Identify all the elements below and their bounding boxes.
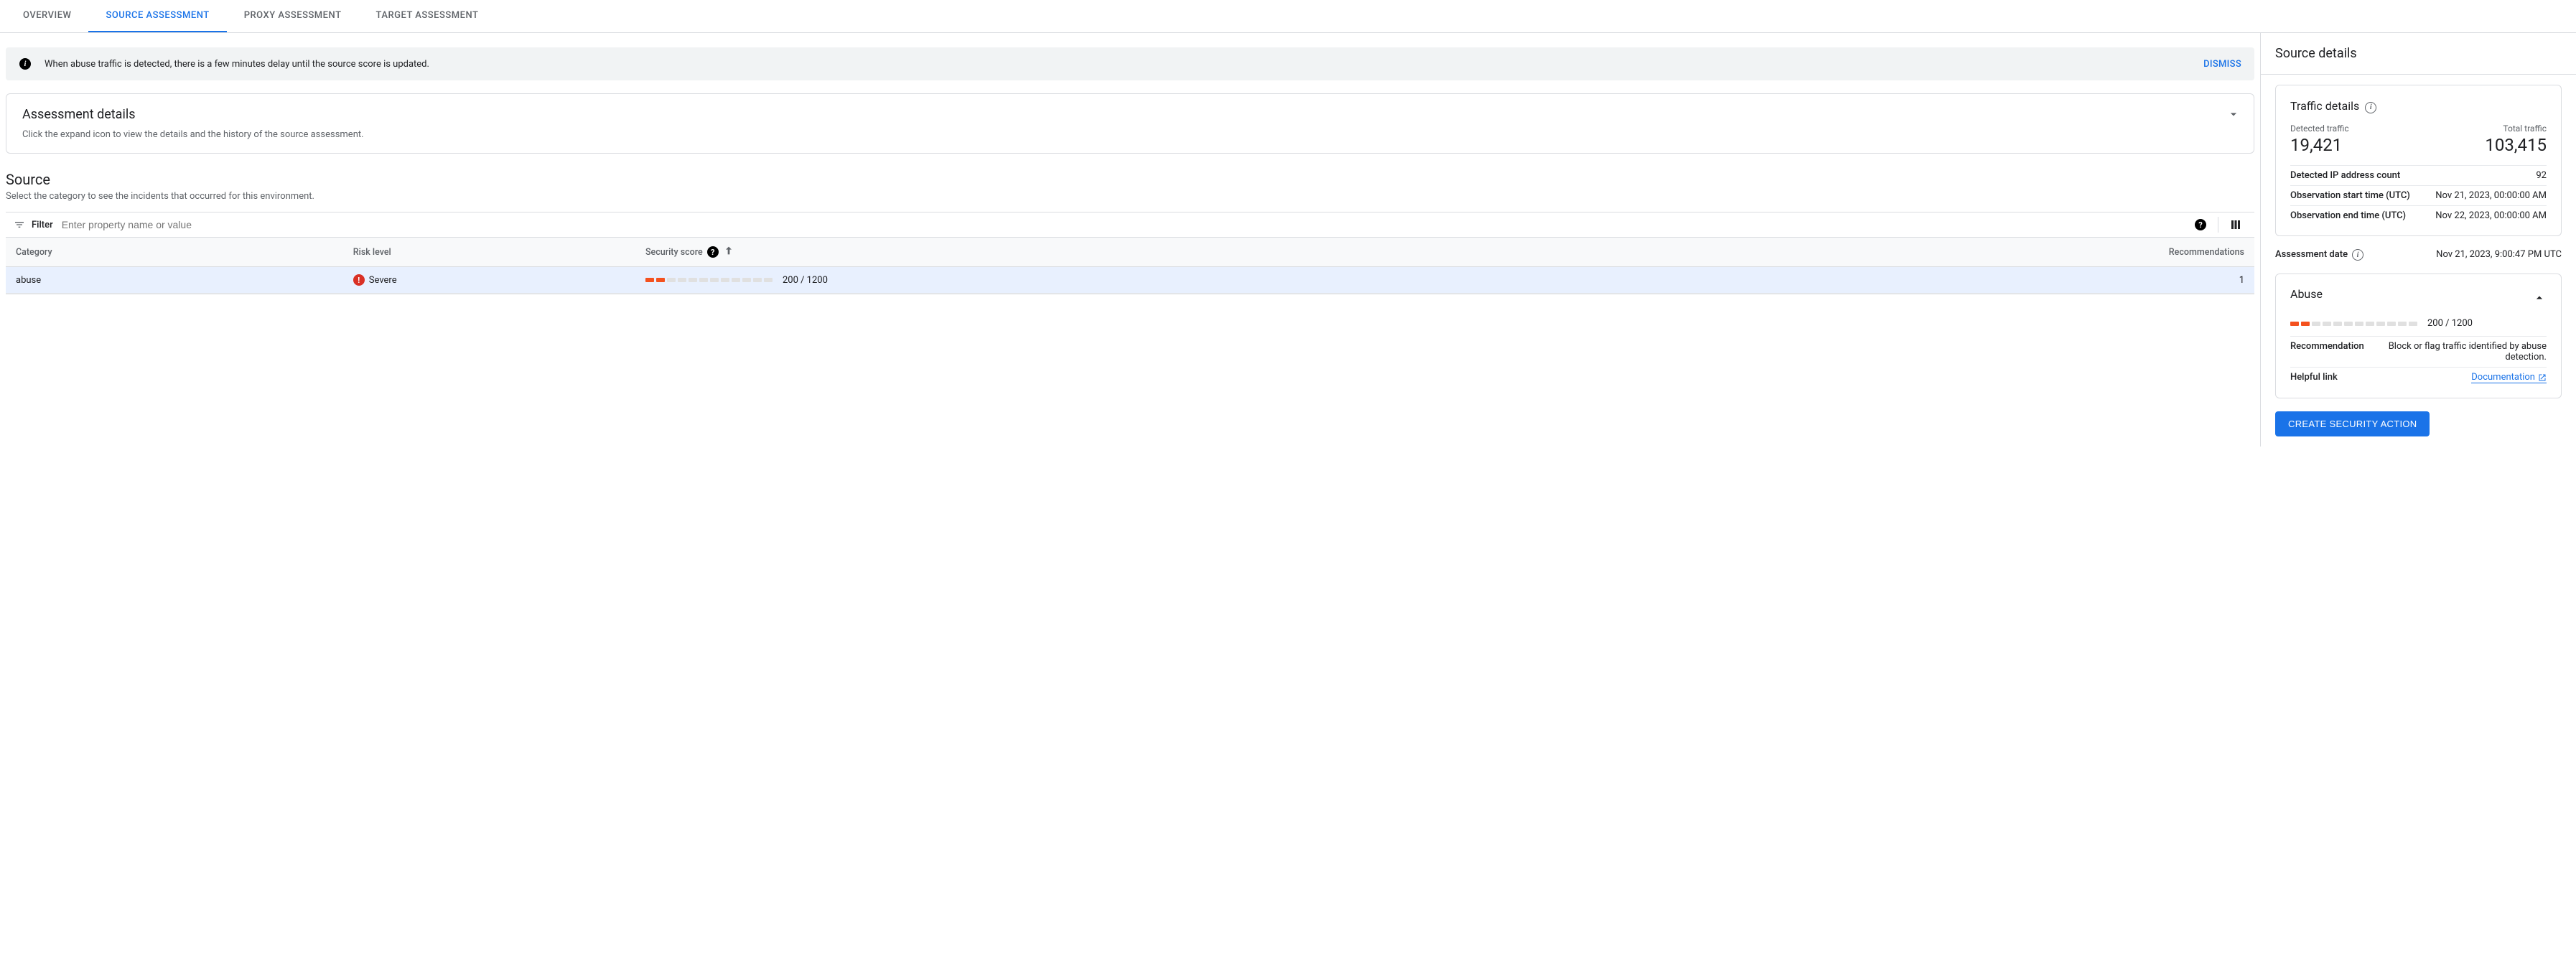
cell-category: abuse [6, 267, 343, 294]
documentation-link[interactable]: Documentation [2471, 372, 2547, 383]
documentation-link-text: Documentation [2471, 372, 2535, 383]
total-traffic-value: 103,415 [2485, 135, 2547, 155]
source-details-panel: Source details Traffic details i Detecte… [2260, 33, 2576, 447]
col-recommendations[interactable]: Recommendations [1805, 238, 2254, 267]
tab-target-assessment[interactable]: TARGET ASSESSMENT [359, 0, 496, 32]
abuse-score-text: 200 / 1200 [2427, 318, 2473, 329]
info-icon[interactable]: i [2365, 98, 2376, 113]
tab-overview[interactable]: OVERVIEW [6, 0, 88, 32]
detected-traffic-value: 19,421 [2290, 135, 2349, 155]
create-security-action-button[interactable]: CREATE SECURITY ACTION [2275, 411, 2430, 436]
info-icon[interactable]: i [2352, 249, 2363, 261]
dismiss-button[interactable]: DISMISS [2203, 59, 2241, 70]
score-text: 200 / 1200 [783, 275, 828, 286]
abuse-score-bar [2290, 322, 2417, 326]
main-content: i When abuse traffic is detected, there … [0, 33, 2260, 447]
col-risk[interactable]: Risk level [343, 238, 635, 267]
alert-message: When abuse traffic is detected, there is… [45, 59, 2203, 70]
collapse-icon[interactable] [2532, 291, 2547, 308]
filter-bar: Filter ? [6, 212, 2254, 238]
assessment-date-value: Nov 21, 2023, 9:00:47 PM UTC [2436, 249, 2562, 260]
tab-proxy-assessment[interactable]: PROXY ASSESSMENT [227, 0, 359, 32]
traffic-details-heading: Traffic details [2290, 99, 2359, 113]
recommendation-label: Recommendation [2290, 341, 2364, 363]
source-table: Category Risk level Security score ? [6, 238, 2254, 294]
obs-end-value: Nov 22, 2023, 00:00:00 AM [2435, 210, 2547, 221]
helpful-link-label: Helpful link [2290, 372, 2338, 383]
table-row[interactable]: abuse Severe 200 / 1200 1 [6, 267, 2254, 294]
assessment-date-label: Assessment date [2275, 249, 2348, 260]
col-category[interactable]: Category [6, 238, 343, 267]
assessment-date-row: Assessment date i Nov 21, 2023, 9:00:47 … [2275, 249, 2562, 261]
score-bar [645, 278, 773, 282]
risk-text: Severe [369, 275, 397, 286]
source-details-title: Source details [2261, 33, 2576, 75]
filter-label: Filter [32, 220, 53, 230]
help-icon[interactable]: ? [2193, 218, 2208, 232]
col-score[interactable]: Security score ? [635, 238, 1805, 267]
assessment-details-card: Assessment details Click the expand icon… [6, 93, 2254, 154]
traffic-details-card: Traffic details i Detected traffic 19,42… [2275, 85, 2562, 236]
info-alert: i When abuse traffic is detected, there … [6, 47, 2254, 80]
filter-input[interactable] [62, 219, 2193, 230]
assessment-details-subtitle: Click the expand icon to view the detail… [22, 129, 2238, 140]
ip-count-value: 92 [2536, 170, 2547, 181]
sort-ascending-icon[interactable] [723, 245, 734, 259]
detected-traffic-label: Detected traffic [2290, 123, 2349, 134]
source-subtitle: Select the category to see the incidents… [6, 191, 2254, 212]
help-icon[interactable]: ? [707, 246, 719, 258]
info-icon: i [19, 57, 32, 70]
cell-score: 200 / 1200 [635, 267, 1805, 294]
abuse-heading: Abuse [2290, 287, 2323, 301]
col-score-label: Security score [645, 247, 703, 258]
cell-risk: Severe [343, 267, 635, 294]
ip-count-label: Detected IP address count [2290, 170, 2400, 181]
cell-recommendations: 1 [1805, 267, 2254, 294]
tabs-bar: OVERVIEW SOURCE ASSESSMENT PROXY ASSESSM… [0, 0, 2576, 33]
total-traffic-label: Total traffic [2485, 123, 2547, 134]
severe-icon [353, 274, 365, 286]
assessment-details-title: Assessment details [22, 107, 2238, 122]
obs-start-label: Observation start time (UTC) [2290, 190, 2410, 201]
expand-icon[interactable] [2226, 107, 2241, 124]
obs-end-label: Observation end time (UTC) [2290, 210, 2406, 221]
recommendation-value: Block or flag traffic identified by abus… [2380, 341, 2547, 363]
obs-start-value: Nov 21, 2023, 00:00:00 AM [2435, 190, 2547, 201]
columns-icon[interactable] [2229, 218, 2243, 232]
abuse-card: Abuse 200 / 1200 Recommendation Block or… [2275, 274, 2562, 398]
tab-source-assessment[interactable]: SOURCE ASSESSMENT [88, 0, 226, 32]
source-title: Source [6, 167, 2254, 191]
filter-icon [13, 218, 26, 231]
